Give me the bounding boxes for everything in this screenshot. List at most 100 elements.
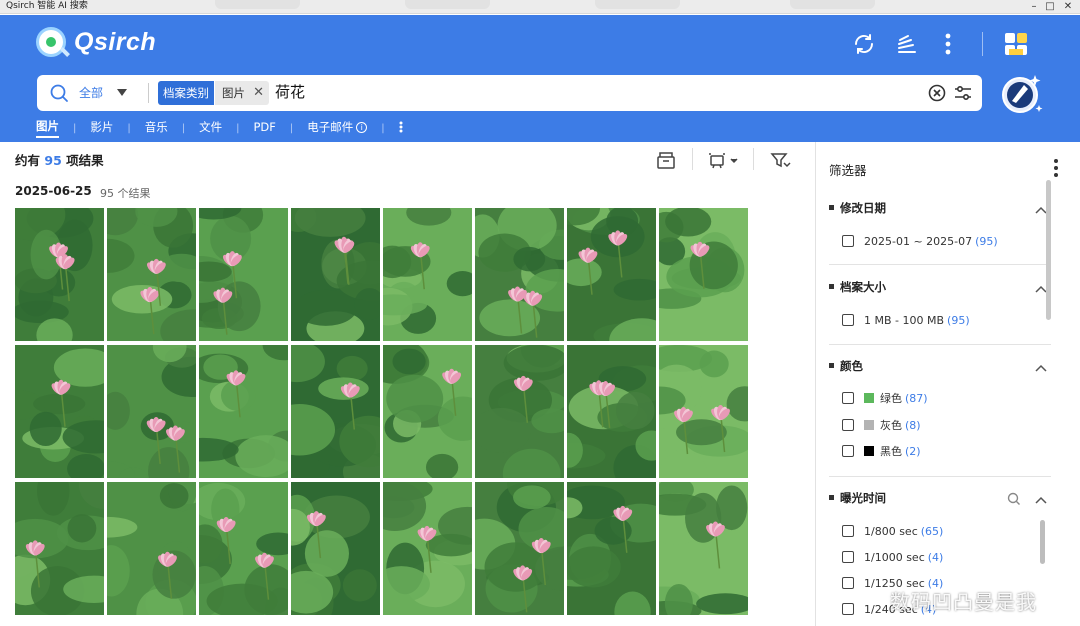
photo-thumbnail[interactable]	[15, 482, 104, 615]
photo-thumbnail[interactable]	[291, 345, 380, 478]
search-options-icon[interactable]	[953, 84, 973, 102]
section-divider	[829, 264, 1051, 265]
search-icon[interactable]	[1007, 492, 1021, 506]
chevron-up-icon[interactable]	[1034, 363, 1048, 373]
tab-pdf[interactable]: PDF	[254, 120, 276, 136]
archive-icon[interactable]	[655, 150, 677, 170]
filter-panel-title: 筛选器	[829, 163, 867, 178]
tab-email[interactable]: 电子邮件 i	[307, 119, 368, 137]
tab-separator: |	[236, 122, 240, 134]
tab-separator: |	[181, 122, 186, 134]
filter-more-icon[interactable]	[1046, 156, 1066, 180]
tab-documents[interactable]: 文件	[199, 119, 222, 137]
photo-thumbnail[interactable]	[567, 345, 656, 478]
tab-videos[interactable]: 影片	[90, 119, 113, 137]
close-window-icon[interactable]: ✕	[1062, 1, 1074, 12]
filter-section-title[interactable]: 档案大小	[829, 279, 886, 295]
checkbox[interactable]	[842, 603, 854, 615]
photo-thumbnail[interactable]	[475, 345, 564, 478]
photo-thumbnail[interactable]	[15, 208, 104, 341]
chevron-up-icon[interactable]	[1034, 495, 1048, 505]
checkbox[interactable]	[842, 392, 854, 404]
refresh-icon[interactable]	[850, 30, 878, 58]
filter-option[interactable]: 1/800 sec (65)	[842, 523, 943, 539]
photo-thumbnail[interactable]	[107, 208, 196, 341]
search-input[interactable]	[275, 75, 875, 109]
filter-option[interactable]: 绿色 (87)	[842, 390, 928, 406]
clear-search-icon[interactable]	[928, 84, 946, 102]
photo-thumbnail[interactable]	[291, 208, 380, 341]
minimize-icon[interactable]: –	[1028, 1, 1040, 12]
maximize-icon[interactable]: □	[1044, 1, 1056, 12]
photo-thumbnail[interactable]	[383, 482, 472, 615]
filter-option-count: (87)	[905, 391, 928, 405]
photo-thumbnail[interactable]	[383, 208, 472, 341]
remove-chip-icon[interactable]: ✕	[253, 81, 264, 105]
filter-option-count: (8)	[905, 418, 921, 432]
more-tabs-icon[interactable]	[399, 121, 405, 136]
photo-thumbnail[interactable]	[659, 208, 748, 341]
tab-separator: |	[127, 122, 131, 134]
group-date: 2025-06-25	[15, 184, 92, 198]
photo-thumbnail[interactable]	[567, 208, 656, 341]
section-scrollbar[interactable]	[1040, 520, 1045, 564]
search-icon[interactable]	[49, 83, 69, 103]
tab-separator: |	[381, 122, 385, 134]
filter-option[interactable]: 1/1000 sec (4)	[842, 549, 943, 565]
chip-value-text: 图片	[222, 86, 245, 100]
tab-music[interactable]: 音乐	[145, 119, 168, 137]
background-tab	[790, 0, 875, 9]
filter-option-label: 黑色	[880, 445, 902, 458]
result-count-number: 95	[44, 153, 62, 168]
checkbox[interactable]	[842, 525, 854, 537]
search-divider	[148, 83, 149, 103]
filter-option[interactable]: 黑色 (2)	[842, 443, 921, 459]
filter-section-title[interactable]: 曝光时间	[829, 490, 886, 506]
photo-thumbnail[interactable]	[291, 482, 380, 615]
qsirch-logo[interactable]: Qsirch	[36, 25, 166, 61]
photo-thumbnail[interactable]	[199, 345, 288, 478]
sort-filter-icon[interactable]	[769, 150, 791, 170]
photo-thumbnail[interactable]	[659, 482, 748, 615]
result-count-prefix: 约有	[15, 153, 41, 168]
checkbox[interactable]	[842, 419, 854, 431]
apps-icon[interactable]	[1002, 30, 1030, 58]
checkbox[interactable]	[842, 314, 854, 326]
photo-thumbnail[interactable]	[107, 482, 196, 615]
watermark-text: 数码凹凸曼是我	[890, 590, 1037, 614]
filter-section-title[interactable]: 修改日期	[829, 200, 886, 216]
filter-option[interactable]: 1 MB - 100 MB (95)	[842, 312, 970, 328]
filter-option[interactable]: 灰色 (8)	[842, 417, 921, 433]
app-header: Qsirch 全部 档案类别 图片 ✕ 荷花 图片 | 影片 | 音乐 | 文件…	[0, 15, 1080, 142]
search-bar: 全部 档案类别 图片 ✕	[37, 75, 982, 111]
photo-thumbnail[interactable]	[567, 482, 656, 615]
filter-option[interactable]: 2025-01 ~ 2025-07 (95)	[842, 233, 998, 249]
tab-images[interactable]: 图片	[36, 118, 59, 138]
search-scope-label[interactable]: 全部	[79, 75, 103, 111]
filter-section-title[interactable]: 颜色	[829, 358, 863, 374]
photo-thumbnail[interactable]	[659, 345, 748, 478]
photo-thumbnail[interactable]	[475, 208, 564, 341]
photo-thumbnail[interactable]	[199, 482, 288, 615]
sidebar-scrollbar[interactable]	[1046, 180, 1051, 320]
checkbox[interactable]	[842, 551, 854, 563]
photo-thumbnail[interactable]	[15, 345, 104, 478]
file-type-chip-value[interactable]: 图片 ✕	[215, 81, 269, 105]
stack-icon[interactable]	[893, 30, 921, 58]
checkbox[interactable]	[842, 235, 854, 247]
checkbox[interactable]	[842, 445, 854, 457]
photo-thumbnail[interactable]	[383, 345, 472, 478]
filter-option-count: (4)	[927, 550, 944, 564]
info-icon[interactable]: i	[356, 122, 368, 133]
window-titlebar: Qsirch 智能 AI 搜索 – □ ✕	[0, 0, 1080, 14]
photo-thumbnail[interactable]	[475, 482, 564, 615]
photo-thumbnail[interactable]	[199, 208, 288, 341]
section-divider	[829, 344, 1051, 345]
more-vertical-icon[interactable]	[934, 30, 962, 58]
scope-dropdown-icon[interactable]	[117, 89, 127, 96]
ai-search-button[interactable]	[998, 71, 1044, 117]
checkbox[interactable]	[842, 577, 854, 589]
filter-option-count: (95)	[975, 234, 998, 248]
photo-thumbnail[interactable]	[107, 345, 196, 478]
view-mode-icon[interactable]	[707, 150, 739, 170]
